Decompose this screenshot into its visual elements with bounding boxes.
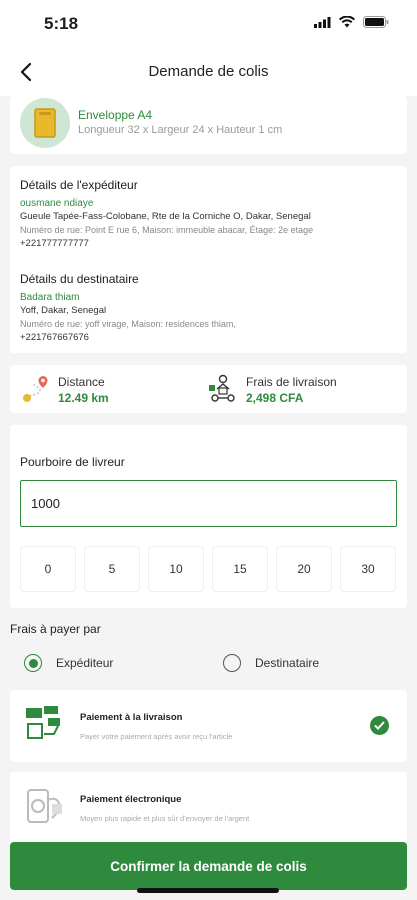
tip-title: Pourboire de livreur (20, 455, 125, 469)
method-subtitle: Moyen plus rapide et plus sûr d'envoyer … (80, 814, 250, 823)
confirm-button[interactable]: Confirmer la demande de colis (10, 842, 407, 890)
tip-card: Pourboire de livreur 0 5 10 15 20 30 (10, 425, 407, 608)
package-name: Enveloppe A4 (78, 108, 153, 122)
pay-by-title: Frais à payer par (10, 622, 101, 636)
sender-phone: +221777777777 (20, 238, 89, 249)
tip-chip[interactable]: 10 (148, 546, 204, 592)
tip-input[interactable] (20, 480, 397, 527)
cash-on-delivery-icon (26, 706, 60, 739)
radio-unselected-icon (223, 654, 241, 672)
check-icon (370, 716, 389, 735)
address-card: Détails de l'expéditeur ousmane ndiaye G… (10, 166, 407, 353)
radio-sender[interactable]: Expéditeur (24, 654, 113, 672)
recipient-details: Numéro de rue: yoff virage, Maison: resi… (20, 319, 236, 329)
route-pin-icon (23, 376, 48, 402)
package-dimensions: Longueur 32 x Largeur 24 x Hauteur 1 cm (78, 124, 283, 136)
recipient-name: Badara thiam (20, 292, 80, 303)
method-subtitle: Payer votre paiement après avoir reçu l'… (80, 732, 233, 741)
sender-name: ousmane ndiaye (20, 198, 94, 209)
tip-chip[interactable]: 15 (212, 546, 268, 592)
radio-recipient[interactable]: Destinataire (223, 654, 319, 672)
envelope-icon (20, 98, 70, 148)
delivery-courier-icon (209, 374, 235, 402)
distance-value: 12.49 km (58, 391, 109, 405)
status-bar: 5:18 (0, 0, 417, 48)
sender-details: Numéro de rue: Point E rue 6, Maison: im… (20, 225, 314, 235)
tip-chip[interactable]: 30 (340, 546, 396, 592)
status-time: 5:18 (44, 14, 79, 33)
tip-chip[interactable]: 20 (276, 546, 332, 592)
payment-method-electronic[interactable]: Paiement électronique Moyen plus rapide … (10, 772, 407, 844)
fee-card: Distance 12.49 km Frais de livraison 2,4… (10, 365, 407, 413)
method-title: Paiement à la livraison (80, 712, 183, 723)
package-card: Enveloppe A4 Longueur 32 x Largeur 24 x … (10, 96, 407, 154)
app-header: Demande de colis (0, 48, 417, 96)
recipient-address: Yoff, Dakar, Senegal (20, 305, 107, 316)
wifi-icon (339, 16, 355, 28)
method-title: Paiement électronique (80, 794, 182, 805)
tip-chip[interactable]: 5 (84, 546, 140, 592)
tip-chip[interactable]: 0 (20, 546, 76, 592)
delivery-fee-value: 2,498 CFA (246, 391, 304, 405)
tip-chips: 0 5 10 15 20 30 (20, 546, 396, 592)
recipient-section-title: Détails du destinataire (20, 272, 139, 286)
page-title: Demande de colis (148, 63, 269, 80)
battery-icon (363, 16, 389, 28)
radio-selected-icon (24, 654, 42, 672)
status-icons (314, 16, 389, 28)
radio-recipient-label: Destinataire (255, 656, 320, 670)
signal-icon (314, 16, 331, 28)
electronic-payment-icon (27, 789, 62, 823)
payment-method-cash[interactable]: Paiement à la livraison Payer votre paie… (10, 690, 407, 762)
distance-label: Distance (58, 375, 105, 389)
radio-sender-label: Expéditeur (56, 656, 114, 670)
delivery-fee-label: Frais de livraison (246, 375, 337, 389)
sender-address: Gueule Tapée-Fass-Colobane, Rte de la Co… (20, 211, 311, 222)
recipient-phone: +221767667676 (20, 332, 89, 343)
home-indicator (137, 888, 279, 893)
sender-section-title: Détails de l'expéditeur (20, 178, 138, 192)
